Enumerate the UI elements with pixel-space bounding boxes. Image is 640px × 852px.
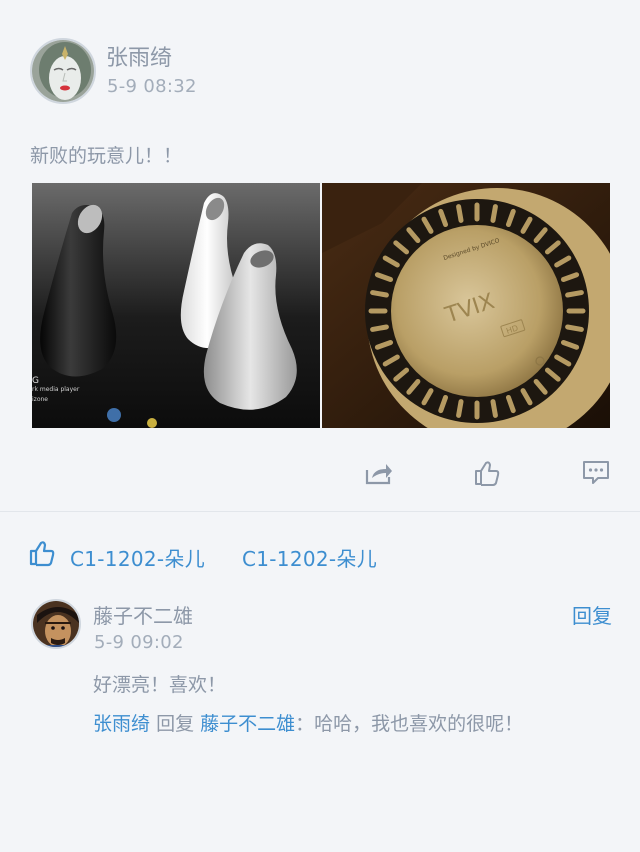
liker-name-2[interactable]: C1-1202-朵儿 bbox=[242, 543, 377, 572]
image-caption-line-3: izone bbox=[32, 396, 48, 403]
vent-slit bbox=[370, 324, 389, 332]
sub-reply-verb: 回复 bbox=[156, 713, 195, 735]
post-image-1[interactable]: G rk media player izone bbox=[32, 183, 320, 428]
comment-time: 5-9 09:02 bbox=[94, 632, 184, 653]
vent-slit bbox=[565, 290, 584, 298]
post-image-2[interactable]: TVIX HD Designed by DVICO bbox=[322, 183, 610, 428]
comment-button[interactable] bbox=[576, 453, 616, 493]
comment-text: 好漂亮！喜欢！ bbox=[93, 674, 227, 696]
image-caption-line-2: rk media player bbox=[32, 386, 80, 393]
vent-slit bbox=[565, 324, 584, 332]
sub-reply: 张雨绮 回复 藤子不二雄：哈哈，我也喜欢的很呢！ bbox=[93, 709, 523, 736]
commenter-avatar[interactable] bbox=[31, 599, 81, 649]
post-text: 新败的玩意儿！！ bbox=[30, 145, 183, 167]
post-author-name[interactable]: 张雨绮 bbox=[106, 40, 172, 72]
share-icon bbox=[365, 464, 392, 485]
sub-reply-text: ：哈哈，我也喜欢的很呢！ bbox=[295, 713, 524, 735]
image-caption-line-1: G bbox=[32, 376, 39, 386]
comment-icon bbox=[583, 461, 609, 484]
thumbs-up-icon bbox=[29, 541, 55, 567]
media-player-closeup-photo: TVIX HD Designed by DVICO bbox=[322, 183, 610, 428]
likes-thumbs-up-icon bbox=[28, 539, 56, 571]
section-divider bbox=[0, 511, 640, 512]
liker-name-1[interactable]: C1-1202-朵儿 bbox=[70, 543, 205, 572]
vent-slit bbox=[370, 290, 389, 298]
share-button[interactable] bbox=[359, 453, 399, 493]
speaker-product-photo: G rk media player izone bbox=[32, 183, 320, 428]
sub-reply-from[interactable]: 张雨绮 bbox=[93, 713, 150, 735]
author-avatar[interactable] bbox=[30, 38, 96, 104]
vent-slit bbox=[490, 204, 498, 223]
sub-reply-to[interactable]: 藤子不二雄 bbox=[200, 713, 295, 735]
vent-slit bbox=[456, 204, 464, 223]
vent-slit bbox=[490, 399, 498, 418]
vent-slit bbox=[456, 399, 464, 418]
like-button[interactable] bbox=[467, 453, 507, 493]
like-icon bbox=[475, 461, 500, 486]
reply-button[interactable]: 回复 bbox=[572, 600, 612, 629]
post-time: 5-9 08:32 bbox=[107, 76, 197, 97]
commenter-name[interactable]: 藤子不二雄 bbox=[93, 600, 193, 629]
